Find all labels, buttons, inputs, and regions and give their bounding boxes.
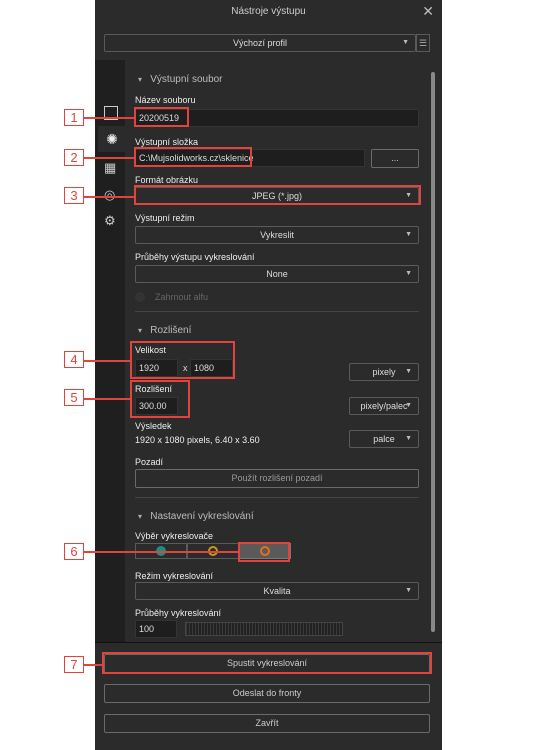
scrollbar[interactable]: [431, 72, 435, 632]
close-icon[interactable]: ✕: [422, 3, 434, 20]
tab-turntable-icon[interactable]: ◎: [104, 187, 115, 203]
chevron-down-icon: ▼: [405, 231, 412, 238]
output-passes-value: None: [266, 269, 288, 279]
resolution-unit-value: pixely/palec: [360, 401, 408, 411]
background-label: Pozadí: [135, 457, 164, 467]
output-mode-label: Výstupní režim: [135, 213, 195, 223]
highlight-5: [130, 380, 190, 418]
annotation-1: 1: [64, 109, 84, 126]
annotation-2: 2: [64, 149, 84, 166]
annotation-arrow: [84, 398, 132, 400]
result-unit-value: palce: [373, 434, 395, 444]
format-label: Formát obrázku: [135, 175, 199, 185]
close-button[interactable]: Zavřít: [104, 714, 430, 733]
divider: [95, 642, 442, 643]
section-render-settings[interactable]: Nastavení vykreslování: [138, 511, 253, 522]
annotation-arrow: [84, 551, 238, 553]
annotation-7: 7: [64, 656, 84, 673]
annotation-arrow: [84, 664, 102, 666]
annotation-arrow: [84, 117, 134, 119]
tab-clapper-icon[interactable]: ▦: [104, 160, 116, 176]
divider: [135, 311, 419, 312]
annotation-5: 5: [64, 389, 84, 406]
render-mode-label: Režim vykreslování: [135, 571, 214, 581]
output-mode-dropdown[interactable]: Vykreslit ▼: [135, 226, 419, 244]
result-unit-dropdown[interactable]: palce ▼: [349, 430, 419, 448]
alpha-label: Zahrnout alfu: [155, 292, 209, 302]
tab-gear-icon[interactable]: ⚙: [104, 213, 116, 229]
annotation-3: 3: [64, 187, 84, 204]
renderer-label: Výběr vykreslovače: [135, 531, 214, 541]
render-passes-slider[interactable]: [185, 622, 343, 636]
browse-button[interactable]: ...: [371, 149, 419, 168]
output-passes-label: Průběhy výstupu vykreslování: [135, 252, 255, 262]
render-mode-value: Kvalita: [263, 586, 291, 596]
annotation-arrow: [84, 157, 134, 159]
profile-dropdown[interactable]: Výchozí profil ▼: [104, 34, 416, 52]
send-to-queue-button[interactable]: Odeslat do fronty: [104, 684, 430, 703]
annotation-4: 4: [64, 351, 84, 368]
section-resolution[interactable]: Rozlišení: [138, 325, 191, 336]
annotation-6: 6: [64, 543, 84, 560]
highlight-4: [130, 341, 235, 379]
chevron-down-icon: ▼: [405, 368, 412, 375]
size-unit-dropdown[interactable]: pixely ▼: [349, 363, 419, 381]
result-label: Výsledek: [135, 421, 172, 431]
annotation-arrow: [84, 196, 134, 198]
render-passes-label: Průběhy vykreslování: [135, 608, 222, 618]
chevron-down-icon: ▼: [405, 435, 412, 442]
profile-value: Výchozí profil: [232, 38, 288, 48]
tab-camera-icon[interactable]: ✺: [98, 126, 126, 152]
chevron-down-icon: ▼: [402, 39, 409, 46]
highlight-1: [134, 107, 189, 127]
output-passes-dropdown[interactable]: None ▼: [135, 265, 419, 283]
chevron-down-icon: ▼: [405, 270, 412, 277]
section-output-file[interactable]: Výstupní soubor: [138, 74, 222, 85]
folder-label: Výstupní složka: [135, 137, 199, 147]
chevron-down-icon: ▼: [405, 402, 412, 409]
annotation-arrow: [84, 360, 132, 362]
alpha-checkbox[interactable]: [135, 292, 145, 302]
filename-label: Název souboru: [135, 95, 196, 105]
highlight-7: [102, 652, 432, 674]
divider: [135, 497, 419, 498]
highlight-2: [134, 147, 252, 167]
use-background-resolution-button[interactable]: Použít rozlišení pozadí: [135, 469, 419, 488]
highlight-3: [134, 185, 421, 205]
window-title: Nástroje výstupu: [231, 6, 306, 17]
result-value: 1920 x 1080 pixels, 6.40 x 3.60: [135, 435, 260, 445]
size-unit-value: pixely: [372, 367, 396, 377]
output-mode-value: Vykreslit: [260, 230, 294, 240]
resolution-unit-dropdown[interactable]: pixely/palec ▼: [349, 397, 419, 415]
render-passes-input[interactable]: 100: [135, 620, 177, 638]
render-mode-dropdown[interactable]: Kvalita ▼: [135, 582, 419, 600]
highlight-6: [238, 542, 290, 562]
chevron-down-icon: ▼: [405, 587, 412, 594]
profile-menu-button[interactable]: ☰: [416, 34, 430, 52]
